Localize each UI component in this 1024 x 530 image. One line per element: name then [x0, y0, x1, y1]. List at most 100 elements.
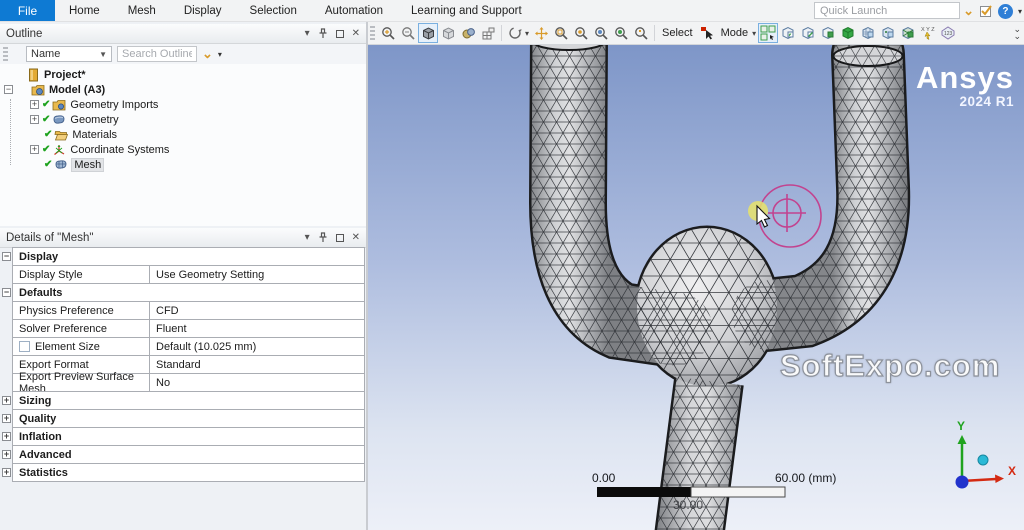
- vertex-filter-cube-icon[interactable]: [778, 23, 798, 43]
- zoom-out-magnifier-icon[interactable]: [398, 23, 418, 43]
- drag-grip-icon[interactable]: [3, 47, 8, 61]
- search-outline-input[interactable]: [117, 46, 197, 62]
- details-section-display[interactable]: − Display: [2, 247, 365, 266]
- menu-automation[interactable]: Automation: [311, 0, 397, 21]
- expand-expander-icon[interactable]: +: [30, 100, 39, 109]
- chevron-down-icon[interactable]: ⌄: [963, 4, 974, 17]
- details-row-physics-preference: Physics Preference CFD: [12, 301, 365, 320]
- triad-x-label[interactable]: X: [1008, 464, 1016, 478]
- collapse-expander-icon[interactable]: −: [2, 252, 11, 261]
- ansys-meshing-window: File Home Mesh Display Selection Automat…: [0, 0, 1024, 530]
- outline-titlebar: Outline ▾ ✕: [0, 24, 366, 44]
- collapse-expander-icon[interactable]: −: [2, 288, 11, 297]
- mesh-filter-cube-icon[interactable]: [858, 23, 878, 43]
- details-section-statistics[interactable]: + Statistics: [2, 463, 365, 482]
- select-cursor-icon[interactable]: [697, 23, 717, 43]
- more-caret-icon[interactable]: ▾: [218, 50, 222, 59]
- details-section-defaults[interactable]: − Defaults: [2, 283, 365, 302]
- menu-learning-support[interactable]: Learning and Support: [397, 0, 536, 21]
- details-section-inflation[interactable]: + Inflation: [2, 427, 365, 446]
- tree-item-geometry-imports[interactable]: + ✔ Geometry Imports: [0, 97, 366, 112]
- search-chevron-icon[interactable]: ⌄: [202, 47, 213, 60]
- expand-expander-icon[interactable]: +: [2, 450, 11, 459]
- 3d-viewport[interactable]: 0.00 60.00 (mm) 30.00 Y X Ansys 2024 R1 …: [368, 45, 1024, 530]
- expand-expander-icon[interactable]: +: [30, 145, 39, 154]
- check-icon: ✔: [44, 129, 53, 140]
- close-icon[interactable]: ✕: [352, 232, 360, 243]
- name-filter-select[interactable]: Name ▼: [26, 46, 112, 62]
- edge-filter-cube-icon[interactable]: [798, 23, 818, 43]
- zoom-in-magnifier-icon[interactable]: [378, 23, 398, 43]
- display-style-cube-icon[interactable]: [458, 23, 478, 43]
- pin-icon[interactable]: [318, 232, 328, 243]
- ruler-mid-label: 30.00: [673, 498, 703, 512]
- annotation-tag-icon[interactable]: 123: [938, 23, 958, 43]
- body-filter-cube-icon[interactable]: [838, 23, 858, 43]
- face-filter-cube-icon[interactable]: [818, 23, 838, 43]
- chevron-down-icon[interactable]: ▾: [305, 232, 310, 243]
- zoom-next-magnifier-icon[interactable]: [631, 23, 651, 43]
- expand-expander-icon[interactable]: +: [2, 414, 11, 423]
- details-section-sizing[interactable]: + Sizing: [2, 391, 365, 410]
- menu-home[interactable]: Home: [55, 0, 114, 21]
- tree-item-coordinate-systems[interactable]: + ✔ Coordinate Systems: [0, 142, 366, 157]
- chevron-down-icon: ▼: [99, 49, 107, 59]
- expand-expander-icon[interactable]: +: [2, 432, 11, 441]
- shaded-cube-icon[interactable]: [418, 23, 438, 43]
- mode-label: Mode: [720, 27, 749, 39]
- details-title: Details of "Mesh": [6, 231, 94, 244]
- menu-file-tab[interactable]: File: [0, 0, 55, 21]
- menu-bar: File Home Mesh Display Selection Automat…: [0, 0, 1024, 22]
- help-icon[interactable]: ?: [997, 3, 1013, 19]
- details-section-quality[interactable]: + Quality: [2, 409, 365, 428]
- element-size-checkbox[interactable]: [19, 341, 30, 352]
- zoom-magnifier-icon[interactable]: [571, 23, 591, 43]
- tree-item-project[interactable]: Project*: [0, 67, 366, 82]
- menu-selection[interactable]: Selection: [236, 0, 311, 21]
- close-icon[interactable]: ✕: [352, 28, 360, 39]
- model-icon: [31, 84, 45, 95]
- box-zoom-magnifier-icon[interactable]: [551, 23, 571, 43]
- triad-y-label[interactable]: Y: [957, 419, 965, 433]
- pin-icon[interactable]: [318, 28, 328, 39]
- tree-item-mesh[interactable]: ✔ Mesh: [0, 157, 366, 172]
- maximize-icon[interactable]: [335, 233, 344, 242]
- expand-expander-icon[interactable]: +: [2, 468, 11, 477]
- wireframe-cube-icon[interactable]: [438, 23, 458, 43]
- left-dock: Outline ▾ ✕ Name▼ ⌄ ▾: [0, 22, 368, 530]
- tree-item-materials[interactable]: ✔ Materials: [0, 127, 366, 142]
- element-filter-cube-icon[interactable]: [898, 23, 918, 43]
- fit-view-magnifier-icon[interactable]: [591, 23, 611, 43]
- tree-item-geometry[interactable]: + ✔ Geometry: [0, 112, 366, 127]
- node-filter-cube-icon[interactable]: [878, 23, 898, 43]
- graphics-toolbar: ▾ Select Mode ▾ X Y Z 123 ⌄ ⌄: [368, 22, 1024, 45]
- help-caret-icon[interactable]: ▾: [1018, 7, 1022, 16]
- collapse-expander-icon[interactable]: −: [4, 85, 13, 94]
- expand-expander-icon[interactable]: +: [30, 115, 39, 124]
- quick-launch-input[interactable]: [814, 2, 960, 19]
- chevron-down-icon[interactable]: ▾: [305, 28, 310, 39]
- drag-grip-icon[interactable]: [370, 26, 375, 40]
- svg-text:X Y Z: X Y Z: [921, 27, 935, 33]
- toolbar-overflow-chevron-icon[interactable]: ⌄ ⌄: [1013, 25, 1024, 41]
- details-table: − Display Display Style Use Geometry Set…: [2, 247, 365, 482]
- rotate-icon[interactable]: [505, 23, 525, 43]
- menu-display[interactable]: Display: [170, 0, 236, 21]
- label-filter-grid-icon[interactable]: [758, 23, 779, 43]
- select-by-id-xyz-icon[interactable]: X Y Z: [918, 23, 938, 43]
- menu-mesh[interactable]: Mesh: [114, 0, 170, 21]
- pan-icon[interactable]: [531, 23, 551, 43]
- checklist-icon[interactable]: [979, 4, 993, 18]
- tree-item-model[interactable]: − Model (A3): [0, 82, 366, 97]
- maximize-icon[interactable]: [335, 29, 344, 38]
- watermark: SoftExpo.com: [779, 347, 1001, 383]
- triad-iso-ball[interactable]: [977, 454, 989, 466]
- geometry-icon: [53, 114, 65, 124]
- viewports-grid-icon[interactable]: [478, 23, 498, 43]
- zoom-prev-magnifier-icon[interactable]: [611, 23, 631, 43]
- ruler-end-label: 60.00 (mm): [775, 471, 836, 485]
- details-section-advanced[interactable]: + Advanced: [2, 445, 365, 464]
- triad-z-axis[interactable]: [955, 475, 969, 489]
- mesh-scene[interactable]: 0.00 60.00 (mm) 30.00 Y X: [368, 45, 1024, 530]
- expand-expander-icon[interactable]: +: [2, 396, 11, 405]
